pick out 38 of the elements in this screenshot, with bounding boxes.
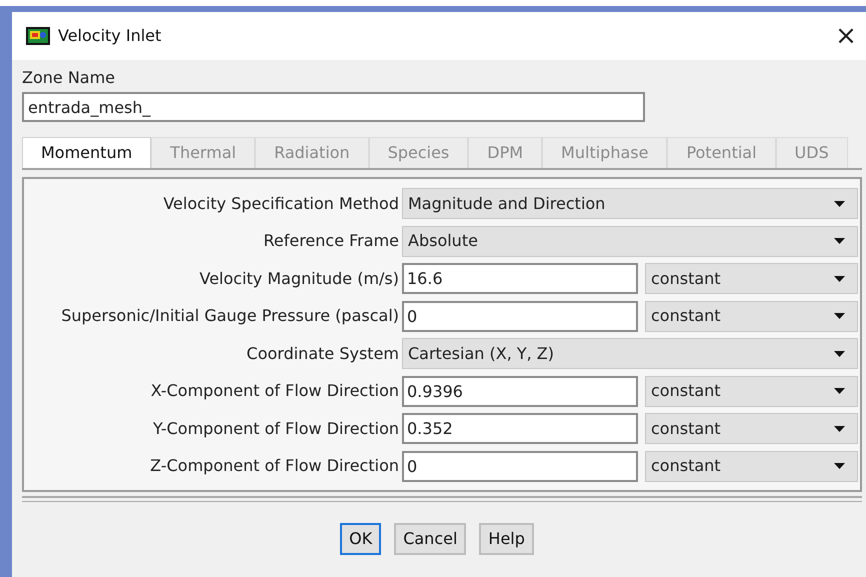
caret-icon xyxy=(834,238,845,244)
field-label: Velocity Magnitude (m/s) xyxy=(198,268,400,290)
zone-name-field[interactable]: entrada_mesh_ xyxy=(22,92,645,122)
input-field[interactable]: 16.6 xyxy=(402,263,638,294)
zone-name-label: Zone Name xyxy=(22,68,116,88)
dropdown[interactable]: Absolute xyxy=(402,226,858,257)
caret-icon xyxy=(834,350,845,357)
dropdown[interactable]: constant xyxy=(645,263,858,294)
input-field[interactable]: 0.9396 xyxy=(402,376,638,407)
dropdown[interactable]: constant xyxy=(645,300,858,332)
input-field[interactable]: 0.352 xyxy=(402,413,638,444)
dialog-button[interactable]: Cancel xyxy=(394,523,466,555)
dialog-button[interactable]: OK xyxy=(340,523,382,555)
field-label: Reference Frame xyxy=(262,230,400,252)
field-label: Velocity Specification Method xyxy=(162,192,400,215)
input-field[interactable]: 0 xyxy=(402,450,638,482)
close-button[interactable]: × xyxy=(832,22,860,50)
dialog-button[interactable]: Help xyxy=(479,523,534,555)
dropdown[interactable]: Magnitude and Direction xyxy=(402,188,858,220)
field-label: Z-Component of Flow Direction xyxy=(149,455,400,478)
caret-icon xyxy=(834,200,845,207)
field-label: X-Component of Flow Direction xyxy=(150,380,400,402)
dropdown[interactable]: Cartesian (X, Y, Z) xyxy=(402,338,858,370)
caret-icon xyxy=(834,276,845,282)
caret-icon xyxy=(834,313,845,320)
dropdown[interactable]: constant xyxy=(645,376,858,407)
field-label: Coordinate System xyxy=(246,342,400,365)
field-label: Y-Component of Flow Direction xyxy=(152,418,400,440)
dropdown[interactable]: constant xyxy=(645,450,858,482)
app-icon xyxy=(26,27,50,45)
caret-icon xyxy=(834,426,845,432)
field-label: Supersonic/Initial Gauge Pressure (pascal) xyxy=(60,305,400,328)
caret-icon xyxy=(834,463,845,470)
caret-icon xyxy=(834,388,845,394)
window-title: Velocity Inlet xyxy=(58,25,162,47)
dropdown[interactable]: constant xyxy=(645,413,858,444)
input-field[interactable]: 0 xyxy=(402,300,638,332)
tab[interactable]: Momentum xyxy=(22,137,152,168)
